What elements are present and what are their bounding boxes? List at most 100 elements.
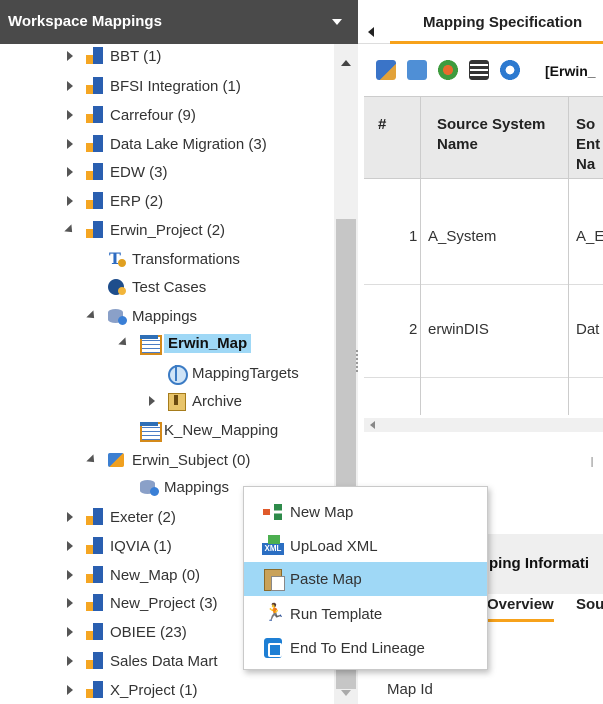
tab-overview[interactable]: Overview bbox=[487, 596, 554, 622]
menu-item-paste-map[interactable]: Paste Map bbox=[244, 562, 487, 596]
menu-item-label: End To End Lineage bbox=[290, 639, 425, 657]
pager-first-icon[interactable]: I bbox=[590, 454, 594, 471]
tree-item-exeter[interactable]: Exeter (2) bbox=[64, 505, 176, 529]
menu-item-run-template[interactable]: Run Template bbox=[244, 597, 487, 631]
collapse-icon[interactable] bbox=[86, 454, 98, 466]
expand-icon[interactable] bbox=[146, 395, 158, 407]
tree-item-transformations[interactable]: Transformations bbox=[106, 247, 240, 271]
tree-item-mappings[interactable]: Mappings bbox=[86, 304, 197, 328]
mappings-icon bbox=[138, 477, 160, 497]
tree-item-label: Transformations bbox=[132, 250, 240, 268]
collapse-icon[interactable] bbox=[86, 310, 98, 322]
tree-item-obiee[interactable]: OBIEE (23) bbox=[64, 620, 187, 644]
tree-item-iqvia[interactable]: IQVIA (1) bbox=[64, 534, 172, 558]
project-icon bbox=[84, 651, 106, 671]
section-title: ping Informati bbox=[489, 555, 589, 572]
project-icon bbox=[84, 507, 106, 527]
menu-item-upload-xml[interactable]: UpLoad XML bbox=[244, 529, 487, 563]
tree-item-label: Erwin_Project (2) bbox=[110, 221, 226, 239]
tree-item-bbt[interactable]: BBT (1) bbox=[64, 44, 161, 68]
menu-item-new-map[interactable]: New Map bbox=[244, 495, 487, 529]
tree-item-carrefour[interactable]: Carrefour (9) bbox=[64, 103, 196, 127]
toolbar-context-label: [Erwin_ bbox=[545, 63, 596, 79]
row-number: 1 bbox=[409, 228, 418, 245]
collapse-icon[interactable] bbox=[64, 224, 76, 236]
column-divider bbox=[568, 97, 569, 415]
expand-icon[interactable] bbox=[64, 569, 76, 581]
list-icon[interactable] bbox=[469, 60, 489, 80]
expand-icon[interactable] bbox=[64, 597, 76, 609]
import-icon[interactable] bbox=[407, 60, 427, 80]
tree-item-label: Erwin_Subject (0) bbox=[132, 451, 251, 469]
tree-item-data-lake-migration[interactable]: Data Lake Migration (3) bbox=[64, 132, 267, 156]
tab-source[interactable]: Sou bbox=[576, 596, 603, 613]
expand-icon[interactable] bbox=[64, 166, 76, 178]
tree-item-x-project[interactable]: X_Project (1) bbox=[64, 678, 198, 702]
scroll-left-icon[interactable] bbox=[370, 421, 375, 429]
tree-item-label: New_Map (0) bbox=[110, 566, 201, 584]
menu-item-label: Run Template bbox=[290, 605, 383, 623]
column-header-source-entity-name[interactable]: So Ent Na bbox=[576, 115, 602, 175]
edit-icon[interactable] bbox=[376, 60, 396, 80]
menu-item-label: New Map bbox=[290, 503, 354, 521]
tree-item-archive[interactable]: Archive bbox=[146, 389, 242, 413]
expand-icon[interactable] bbox=[64, 50, 76, 62]
column-divider bbox=[420, 97, 421, 415]
tree-item-k-new-mapping[interactable]: K_New_Mapping bbox=[138, 418, 278, 442]
tree-item-erwin-map[interactable]: Erwin_Map bbox=[118, 331, 252, 355]
tree-item-mapping-targets[interactable]: MappingTargets bbox=[166, 361, 299, 385]
menu-item-end-to-end-lineage[interactable]: End To End Lineage bbox=[244, 631, 487, 665]
subject-icon bbox=[106, 450, 128, 470]
chevron-down-icon[interactable] bbox=[332, 19, 342, 25]
tree-item-bfsi-integration[interactable]: BFSI Integration (1) bbox=[64, 74, 241, 98]
project-icon bbox=[84, 622, 106, 642]
tree-item-erwin-subject[interactable]: Erwin_Subject (0) bbox=[86, 448, 250, 472]
map-icon bbox=[138, 333, 162, 355]
expand-icon[interactable] bbox=[64, 655, 76, 667]
tree-item-label: Sales Data Mart bbox=[110, 652, 218, 670]
project-icon bbox=[84, 46, 106, 66]
expand-icon[interactable] bbox=[64, 109, 76, 121]
tab-scroll-left-icon[interactable] bbox=[368, 27, 374, 37]
tab-mapping-specification[interactable]: Mapping Specification bbox=[390, 0, 603, 44]
expand-icon[interactable] bbox=[64, 80, 76, 92]
tree-item-label: OBIEE (23) bbox=[110, 623, 187, 641]
refresh-icon[interactable] bbox=[500, 60, 520, 80]
expand-icon[interactable] bbox=[64, 684, 76, 696]
transformations-icon bbox=[106, 249, 128, 269]
tree-item-new-map[interactable]: New_Map (0) bbox=[64, 563, 200, 587]
tree-item-erwin-project[interactable]: Erwin_Project (2) bbox=[64, 218, 225, 242]
expand-icon[interactable] bbox=[64, 540, 76, 552]
expand-icon[interactable] bbox=[64, 195, 76, 207]
tree-item-label: Exeter (2) bbox=[110, 508, 176, 526]
tree-item-erp[interactable]: ERP (2) bbox=[64, 189, 163, 213]
source-entity-cell: Dat bbox=[576, 321, 600, 338]
tree-item-edw[interactable]: EDW (3) bbox=[64, 160, 168, 184]
grid-horizontal-scrollbar[interactable] bbox=[364, 418, 603, 432]
tree-item-new-project[interactable]: New_Project (3) bbox=[64, 591, 218, 615]
tree-item-test-cases[interactable]: Test Cases bbox=[106, 275, 206, 299]
project-icon bbox=[84, 191, 106, 211]
project-icon bbox=[84, 680, 106, 700]
expand-icon[interactable] bbox=[64, 138, 76, 150]
panel-header[interactable]: Workspace Mappings bbox=[0, 0, 358, 44]
expand-icon[interactable] bbox=[64, 511, 76, 523]
tab-bar: Mapping Specification bbox=[358, 0, 603, 44]
tree-item-label: K_New_Mapping bbox=[164, 421, 279, 439]
project-icon bbox=[84, 536, 106, 556]
tree-item-label: Archive bbox=[192, 392, 243, 410]
scroll-up-icon[interactable] bbox=[341, 60, 351, 66]
source-system-cell: A_System bbox=[428, 228, 497, 245]
tree-item-sales-data-mart[interactable]: Sales Data Mart bbox=[64, 649, 218, 673]
column-header-source-system-name[interactable]: Source System Name bbox=[437, 115, 567, 155]
project-icon bbox=[84, 162, 106, 182]
scroll-down-icon[interactable] bbox=[341, 690, 351, 696]
tree-item-label: MappingTargets bbox=[192, 364, 299, 382]
context-menu: New Map UpLoad XML Paste Map Run Templat… bbox=[243, 486, 488, 670]
column-header-number[interactable]: # bbox=[378, 115, 386, 135]
tree-item-subject-mappings[interactable]: Mappings bbox=[138, 475, 229, 499]
collapse-icon[interactable] bbox=[118, 337, 130, 349]
expand-icon[interactable] bbox=[64, 626, 76, 638]
sync-icon[interactable] bbox=[438, 60, 458, 80]
tree-item-label: EDW (3) bbox=[110, 163, 168, 181]
